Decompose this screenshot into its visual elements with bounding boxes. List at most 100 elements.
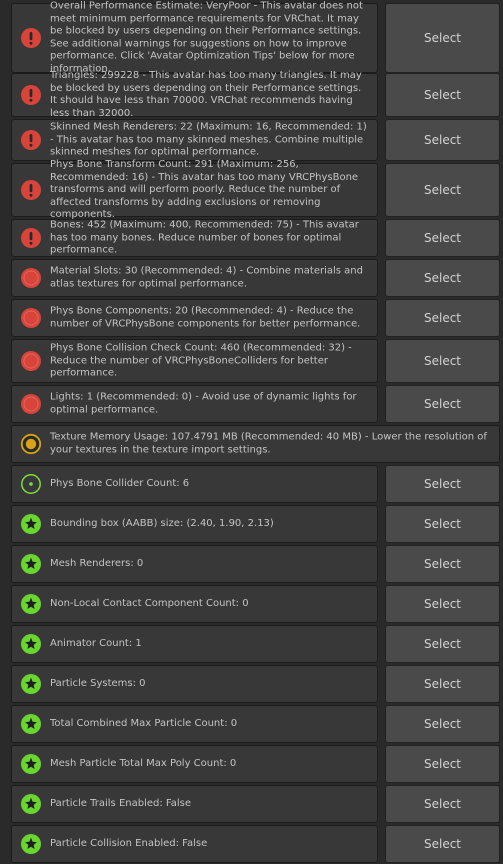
warning-row: Triangles: 299228 - This avatar has too … <box>0 70 503 119</box>
warning-row: Mesh Renderers: 0 Select <box>0 545 503 583</box>
warning-text: Texture Memory Usage: 107.4791 MB (Recom… <box>50 431 487 456</box>
select-button[interactable]: Select <box>385 585 500 623</box>
warning-text: Total Combined Max Particle Count: 0 <box>50 717 238 729</box>
warning-text: Mesh Particle Total Max Poly Count: 0 <box>50 757 237 769</box>
select-button[interactable]: Select <box>385 339 500 383</box>
warning-row: Particle Trails Enabled: False Select <box>0 785 503 823</box>
select-button[interactable]: Select <box>385 745 500 783</box>
error-circle-icon <box>20 393 42 415</box>
warning-text: Skinned Mesh Renderers: 22 (Maximum: 16,… <box>50 121 367 158</box>
star-icon <box>20 833 42 855</box>
error-exclamation-icon <box>20 27 42 49</box>
warning-row: Bounding box (AABB) size: (2.40, 1.90, 2… <box>0 505 503 543</box>
error-exclamation-icon <box>20 179 42 201</box>
warning-row: Lights: 1 (Recommended: 0) - Avoid use o… <box>0 385 503 423</box>
warning-message-box: Phys Bone Collision Check Count: 460 (Re… <box>11 339 378 383</box>
select-button[interactable]: Select <box>385 259 500 297</box>
warning-text: Animator Count: 1 <box>50 637 142 649</box>
select-button[interactable]: Select <box>385 119 500 161</box>
warning-text: Phys Bone Collider Count: 6 <box>50 477 190 489</box>
error-circle-icon <box>20 267 42 289</box>
error-circle-icon <box>20 350 42 372</box>
warning-text: Phys Bone Components: 20 (Recommended: 4… <box>50 305 361 330</box>
warning-text: Particle Systems: 0 <box>50 677 146 689</box>
warning-text: Bones: 452 (Maximum: 400, Recommended: 7… <box>50 219 359 256</box>
star-icon <box>20 513 42 535</box>
warning-row: Phys Bone Transform Count: 291 (Maximum:… <box>0 159 503 220</box>
warning-message-box: Overall Performance Estimate: VeryPoor -… <box>11 0 378 75</box>
error-exclamation-icon <box>20 227 42 249</box>
select-button[interactable]: Select <box>385 705 500 743</box>
warning-row: Bones: 452 (Maximum: 400, Recommended: 7… <box>0 219 503 257</box>
warning-message-box: Phys Bone Transform Count: 291 (Maximum:… <box>11 159 378 220</box>
star-icon <box>20 673 42 695</box>
warning-ring-icon <box>20 433 42 455</box>
warning-row: Animator Count: 1 Select <box>0 625 503 663</box>
warning-text: Mesh Renderers: 0 <box>50 557 144 569</box>
warning-message-box: Triangles: 299228 - This avatar has too … <box>11 70 378 119</box>
star-icon <box>20 593 42 615</box>
select-button[interactable]: Select <box>385 465 500 503</box>
warning-row: Particle Collision Enabled: False Select <box>0 825 503 863</box>
warning-row: Mesh Particle Total Max Poly Count: 0 Sel… <box>0 745 503 783</box>
warning-message-box: Phys Bone Collider Count: 6 <box>11 465 378 503</box>
select-button[interactable]: Select <box>385 625 500 663</box>
select-button[interactable]: Select <box>385 505 500 543</box>
warning-text: Phys Bone Collision Check Count: 460 (Re… <box>50 342 352 379</box>
warning-text: Bounding box (AABB) size: (2.40, 1.90, 2… <box>50 517 274 529</box>
warning-text: Overall Performance Estimate: VeryPoor -… <box>50 0 363 75</box>
warning-row: Skinned Mesh Renderers: 22 (Maximum: 16,… <box>0 119 503 161</box>
select-button[interactable]: Select <box>385 545 500 583</box>
select-button[interactable]: Select <box>385 665 500 703</box>
info-ring-dot-icon <box>20 473 42 495</box>
warning-text: Material Slots: 30 (Recommended: 4) - Co… <box>50 265 363 290</box>
warning-row: Non-Local Contact Component Count: 0 Sele… <box>0 585 503 623</box>
warning-message-box: Bones: 452 (Maximum: 400, Recommended: 7… <box>11 219 378 257</box>
select-button[interactable]: Select <box>385 825 500 863</box>
warning-message-box: Mesh Particle Total Max Poly Count: 0 <box>11 745 378 783</box>
warning-message-box: Texture Memory Usage: 107.4791 MB (Recom… <box>11 425 500 463</box>
error-circle-icon <box>20 307 42 329</box>
select-button[interactable]: Select <box>385 785 500 823</box>
warning-message-box: Particle Trails Enabled: False <box>11 785 378 823</box>
warning-row: Overall Performance Estimate: VeryPoor -… <box>0 0 503 75</box>
warning-row: Particle Systems: 0 Select <box>0 665 503 703</box>
warning-row: Phys Bone Collision Check Count: 460 (Re… <box>0 339 503 383</box>
star-icon <box>20 753 42 775</box>
warning-text: Triangles: 299228 - This avatar has too … <box>50 70 362 119</box>
star-icon <box>20 633 42 655</box>
warning-message-box: Particle Systems: 0 <box>11 665 378 703</box>
star-icon <box>20 713 42 735</box>
select-button[interactable]: Select <box>385 73 500 117</box>
warning-message-box: Mesh Renderers: 0 <box>11 545 378 583</box>
warning-row: Phys Bone Components: 20 (Recommended: 4… <box>0 299 503 337</box>
warning-message-box: Particle Collision Enabled: False <box>11 825 378 863</box>
warning-message-box: Bounding box (AABB) size: (2.40, 1.90, 2… <box>11 505 378 543</box>
select-button[interactable]: Select <box>385 163 500 217</box>
warning-text: Non-Local Contact Component Count: 0 <box>50 597 249 609</box>
warning-message-box: Phys Bone Components: 20 (Recommended: 4… <box>11 299 378 337</box>
warning-text: Lights: 1 (Recommended: 0) - Avoid use o… <box>50 391 357 416</box>
star-icon <box>20 553 42 575</box>
select-button[interactable]: Select <box>385 219 500 257</box>
star-icon <box>20 793 42 815</box>
warning-row: Phys Bone Collider Count: 6 Select <box>0 465 503 503</box>
warning-text: Phys Bone Transform Count: 291 (Maximum:… <box>50 158 359 220</box>
warning-text: Particle Trails Enabled: False <box>50 797 192 809</box>
warning-row: Material Slots: 30 (Recommended: 4) - Co… <box>0 259 503 297</box>
warning-message-box: Material Slots: 30 (Recommended: 4) - Co… <box>11 259 378 297</box>
select-button[interactable]: Select <box>385 385 500 423</box>
error-exclamation-icon <box>20 84 42 106</box>
warning-row: Texture Memory Usage: 107.4791 MB (Recom… <box>0 425 503 463</box>
warning-message-box: Skinned Mesh Renderers: 22 (Maximum: 16,… <box>11 119 378 161</box>
warning-message-box: Non-Local Contact Component Count: 0 <box>11 585 378 623</box>
warning-row: Total Combined Max Particle Count: 0 Sele… <box>0 705 503 743</box>
error-exclamation-icon <box>20 129 42 151</box>
performance-warnings-list: Overall Performance Estimate: VeryPoor -… <box>0 0 503 864</box>
warning-message-box: Animator Count: 1 <box>11 625 378 663</box>
warning-message-box: Lights: 1 (Recommended: 0) - Avoid use o… <box>11 385 378 423</box>
select-button[interactable]: Select <box>385 3 500 73</box>
select-button[interactable]: Select <box>385 299 500 337</box>
warning-text: Particle Collision Enabled: False <box>50 837 208 849</box>
warning-message-box: Total Combined Max Particle Count: 0 <box>11 705 378 743</box>
